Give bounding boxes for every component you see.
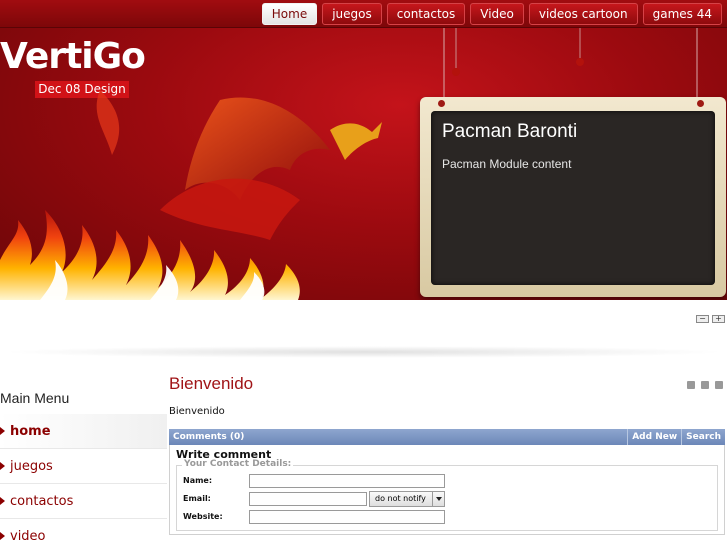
- slider-minus-icon[interactable]: −: [696, 315, 709, 323]
- nav-juegos[interactable]: juegos: [322, 3, 382, 25]
- nav-video[interactable]: Video: [470, 3, 524, 25]
- notify-select-value: do not notify: [375, 494, 426, 503]
- main-nav: Home juegos contactos Video videos carto…: [261, 3, 722, 25]
- arrow-right-icon: [0, 497, 5, 505]
- notify-select[interactable]: do not notify: [369, 490, 445, 507]
- contact-details-fieldset: Your Contact Details: Name: Email: do no…: [176, 459, 718, 531]
- phoenix-flames-illustration: [0, 90, 382, 300]
- name-row: Name:: [183, 472, 711, 489]
- search-button[interactable]: Search: [681, 429, 725, 445]
- sidebar-item-contactos[interactable]: contactos: [0, 484, 167, 519]
- print-icon[interactable]: [701, 381, 709, 389]
- sidebar-item-video[interactable]: video: [0, 519, 167, 545]
- nav-videos-cartoon[interactable]: videos cartoon: [528, 3, 638, 25]
- email-field[interactable]: [249, 491, 367, 506]
- comments-count: Comments (0): [173, 432, 245, 442]
- module-content: Pacman Module content: [442, 157, 572, 171]
- name-label: Name:: [183, 476, 213, 485]
- header-banner: Home juegos contactos Video videos carto…: [0, 0, 727, 300]
- sidebar-item-home[interactable]: home: [0, 414, 167, 449]
- nav-home[interactable]: Home: [261, 3, 318, 25]
- section-divider: [0, 346, 727, 358]
- pdf-icon[interactable]: [687, 381, 695, 389]
- sidebar-item-label: home: [10, 423, 51, 439]
- add-new-button[interactable]: Add New: [627, 429, 681, 445]
- pin-icon: [438, 100, 445, 107]
- module-title: Pacman Baronti: [442, 121, 578, 142]
- arrow-right-icon: [0, 532, 5, 540]
- pin-icon: [697, 100, 704, 107]
- board-hanging-strings: [443, 28, 698, 100]
- email-icon[interactable]: [715, 381, 723, 389]
- website-field[interactable]: [249, 509, 445, 524]
- email-row: Email: do not notify: [183, 490, 711, 507]
- write-comment-form: Write comment Your Contact Details: Name…: [169, 445, 725, 535]
- sidebar-title: Main Menu: [0, 390, 70, 406]
- email-label: Email:: [183, 494, 211, 503]
- nav-contactos[interactable]: contactos: [386, 3, 466, 25]
- website-label: Website:: [183, 512, 223, 521]
- comments-bar: Comments (0) Add New Search: [169, 429, 725, 445]
- main-content: Bienvenido Bienvenido Comments (0) Add N…: [169, 374, 725, 535]
- sidebar: Main Menu home juegos contactos video: [0, 390, 167, 545]
- article-body: Bienvenido: [169, 406, 225, 417]
- top-bar: Home juegos contactos Video videos carto…: [0, 0, 727, 28]
- arrow-right-icon: [0, 462, 5, 470]
- sidebar-item-label: juegos: [10, 458, 53, 474]
- sidebar-item-label: contactos: [10, 493, 74, 509]
- nav-games-44[interactable]: games 44: [642, 3, 722, 25]
- arrow-right-icon: [0, 427, 5, 435]
- board-screen: Pacman Baronti Pacman Module content: [431, 111, 715, 285]
- contact-details-legend: Your Contact Details:: [182, 459, 294, 469]
- website-row: Website:: [183, 508, 711, 525]
- chevron-down-icon[interactable]: [432, 491, 444, 506]
- sidebar-item-label: video: [10, 528, 46, 544]
- article-tools: [687, 381, 723, 389]
- sidebar-item-juegos[interactable]: juegos: [0, 449, 167, 484]
- slider-plus-icon[interactable]: +: [712, 315, 725, 323]
- module-board: Pacman Baronti Pacman Module content: [420, 97, 726, 297]
- name-field[interactable]: [249, 473, 445, 488]
- page-title: Bienvenido: [169, 374, 254, 393]
